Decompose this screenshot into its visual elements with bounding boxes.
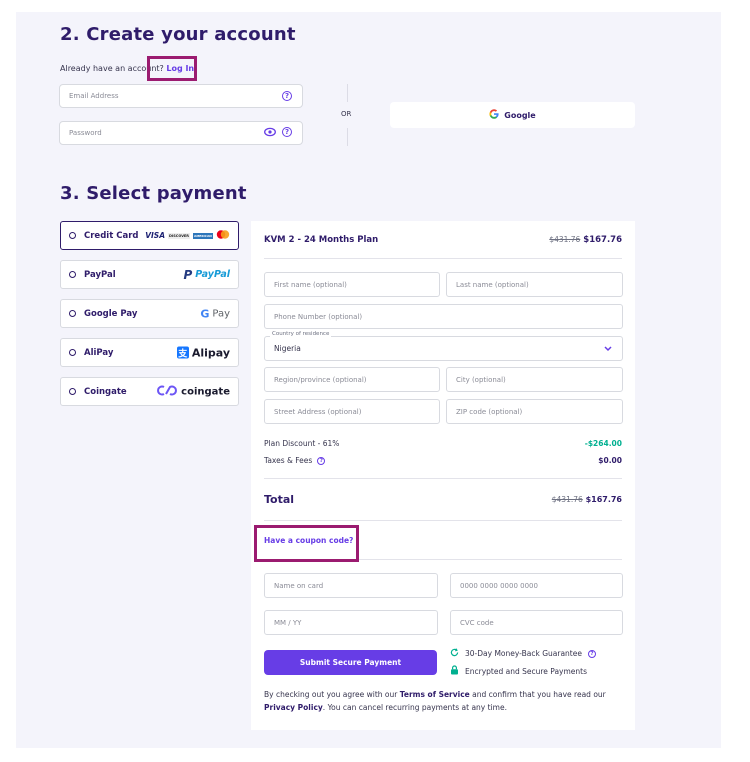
help-icon[interactable]: ? [317,456,326,465]
card-number-input[interactable]: 0000 0000 0000 0000 [450,573,623,598]
phone-number-input[interactable]: Phone Number (optional) [264,304,623,329]
login-highlight-box [147,56,197,81]
chevron-down-icon [604,345,612,354]
alipay-icon: 支 [176,346,189,359]
payment-option-credit-card[interactable]: Credit Card VISA DISCOVER AMERICAN EXPRE… [60,221,239,250]
discount-label: Plan Discount - 61% [264,439,340,448]
taxes-value: $0.00 [598,456,622,465]
total-price: $431.76 $167.76 [551,495,622,504]
plan-price: $431.76 $167.76 [549,235,622,245]
payment-option-google-pay[interactable]: Google Pay G Pay [60,299,239,328]
terms-of-service-link[interactable]: Terms of Service [400,690,470,699]
email-field[interactable]: Email Address ? [59,84,303,108]
money-back-guarantee: 30-Day Money-Back Guarantee ? [450,648,596,659]
visa-icon: VISA [145,231,166,240]
discount-value: -$264.00 [584,439,622,448]
password-field[interactable]: Password ? [59,121,303,145]
city-input[interactable]: City (optional) [446,367,623,392]
or-label: OR [341,110,352,118]
region-input[interactable]: Region/province (optional) [264,367,440,392]
first-name-input[interactable]: First name (optional) [264,272,440,297]
help-icon[interactable]: ? [587,649,596,658]
select-payment-heading: 3. Select payment [60,183,247,204]
amex-icon: AMERICAN EXPRESS [193,232,213,239]
last-name-input[interactable]: Last name (optional) [446,272,623,297]
country-select[interactable]: Nigeria [264,336,623,361]
help-icon[interactable]: ? [282,127,292,137]
mastercard-icon [216,229,230,242]
radio-icon[interactable] [69,310,76,317]
radio-icon[interactable] [69,232,76,239]
coupon-highlight-box [254,525,359,562]
discover-icon: DISCOVER [168,232,190,239]
expiry-input[interactable]: MM / YY [264,610,438,635]
total-label: Total [264,493,295,506]
lock-icon [450,665,459,677]
divider [347,84,348,102]
payment-option-alipay[interactable]: AliPay 支 Alipay [60,338,239,367]
zip-code-input[interactable]: ZIP code (optional) [446,399,623,424]
street-address-input[interactable]: Street Address (optional) [264,399,440,424]
terms-text: By checking out you agree with our Terms… [264,690,606,712]
plan-name: KVM 2 - 24 Months Plan [264,235,379,245]
payment-option-paypal[interactable]: PayPal P PayPal [60,260,239,289]
secure-payments-note: Encrypted and Secure Payments [450,665,587,677]
google-icon [489,108,499,122]
radio-icon[interactable] [69,388,76,395]
submit-payment-button[interactable]: Submit Secure Payment [264,650,437,675]
help-icon[interactable]: ? [282,91,292,101]
divider [264,478,622,479]
taxes-label: Taxes & Fees ? [264,456,326,465]
google-g-icon: G [200,307,210,320]
divider [264,520,622,521]
radio-icon[interactable] [69,349,76,356]
refresh-icon [450,648,459,659]
name-on-card-input[interactable]: Name on card [264,573,438,598]
coingate-icon [156,384,178,399]
divider [264,258,622,259]
eye-icon[interactable] [264,127,276,139]
divider [347,128,348,146]
radio-icon[interactable] [69,271,76,278]
privacy-policy-link[interactable]: Privacy Policy [264,703,323,712]
cvc-input[interactable]: CVC code [450,610,623,635]
paypal-icon: P [183,267,193,282]
create-account-heading: 2. Create your account [60,24,296,45]
country-label: Country of residence [270,331,332,337]
payment-option-coingate[interactable]: Coingate coingate [60,377,239,406]
order-summary-panel: KVM 2 - 24 Months Plan $431.76 $167.76 F… [251,221,635,730]
google-signin-button[interactable]: Google [390,102,635,128]
